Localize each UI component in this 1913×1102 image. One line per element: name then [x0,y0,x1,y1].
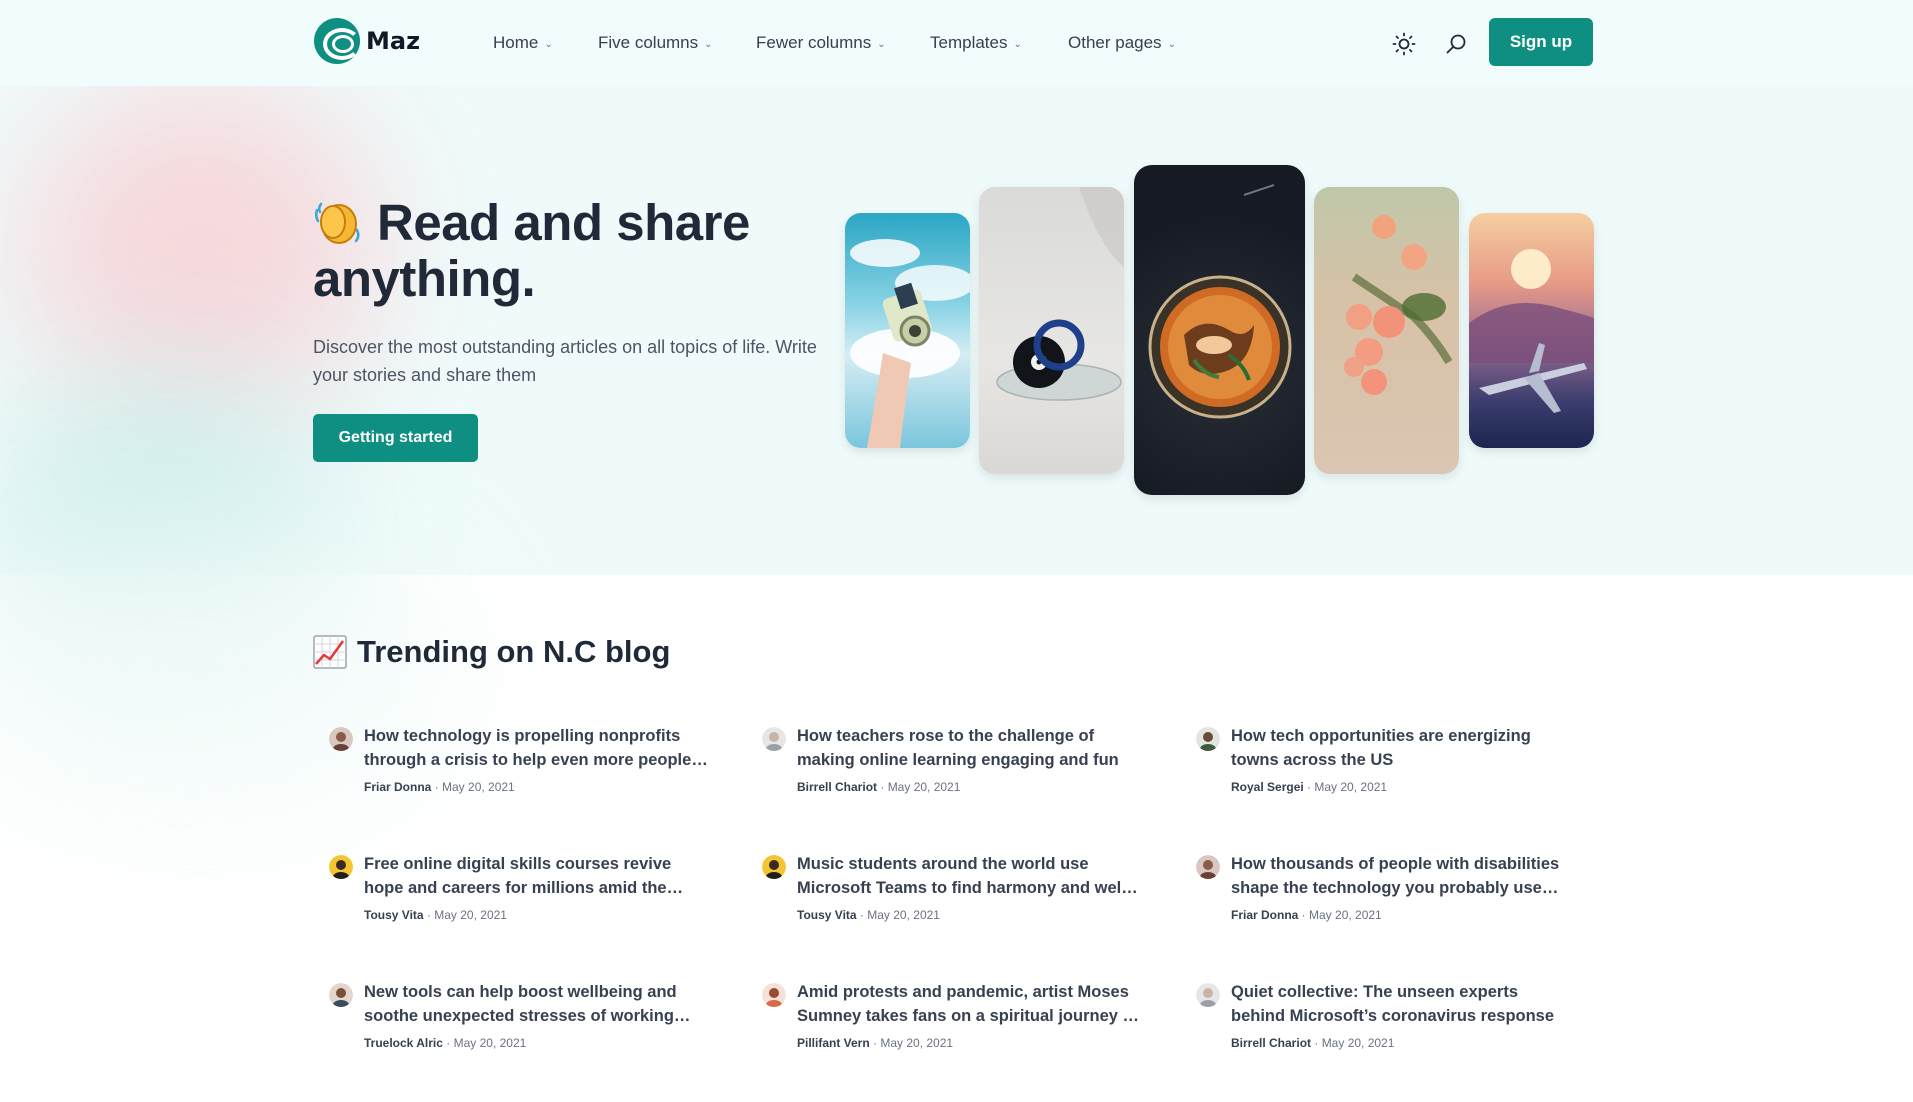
post-meta: Friar Donna · May 20, 2021 [364,780,515,794]
post-date: May 20, 2021 [442,780,515,794]
theme-toggle-button[interactable] [1384,24,1424,64]
soup-bowl-photo [1148,184,1292,419]
menu-item-fewer-columns[interactable]: Fewer columns ⌄ [756,33,916,53]
post-author[interactable]: Truelock Alric [364,1036,443,1050]
search-button[interactable] [1436,24,1476,64]
post-title[interactable]: Free online digital skills courses reviv… [364,852,709,900]
hero-title-text: Read and share anything. [313,194,750,307]
top-navbar: Maz Home ⌄ Five columns ⌄ Fewer columns … [0,0,1913,86]
trending-post: Free online digital skills courses reviv… [313,852,708,942]
chart-increasing-emoji-icon [313,635,347,669]
trending-title: Trending on N.C blog [357,634,671,669]
avatar[interactable] [329,855,353,879]
post-meta: Pillifant Vern · May 20, 2021 [797,1036,954,1050]
getting-started-button[interactable]: Getting started [313,414,478,462]
avatar[interactable] [1196,727,1220,751]
avatar[interactable] [762,983,786,1007]
post-meta: Royal Sergei · May 20, 2021 [1231,780,1388,794]
menu-item-five-columns[interactable]: Five columns ⌄ [598,33,748,53]
brand-name: Maz [366,27,421,55]
avatar[interactable] [762,855,786,879]
post-meta: Tousy Vita · May 20, 2021 [364,908,507,922]
post-title[interactable]: Music students around the world use Micr… [797,852,1142,900]
post-author[interactable]: Friar Donna [1231,908,1298,922]
post-author[interactable]: Royal Sergei [1231,780,1304,794]
post-date: May 20, 2021 [453,1036,527,1050]
avatar[interactable] [329,727,353,751]
chevron-down-icon: ⌄ [1167,38,1176,50]
post-meta: Truelock Alric · May 20, 2021 [364,1036,527,1050]
airplane-sunset-photo [1469,249,1594,413]
avatar[interactable] [1196,855,1220,879]
menu-item-templates[interactable]: Templates ⌄ [930,33,1060,53]
trending-post: How technology is propelling nonprofits … [313,724,708,814]
post-title[interactable]: New tools can help boost wellbeing and s… [364,980,709,1028]
gallery-card-vinyl-speaker[interactable] [979,187,1124,474]
post-meta: Tousy Vita · May 20, 2021 [797,908,940,922]
trending-post: Music students around the world use Micr… [746,852,1141,942]
avatar[interactable] [762,727,786,751]
trending-post: New tools can help boost wellbeing and s… [313,980,708,1070]
trending-post: Amid protests and pandemic, artist Moses… [746,980,1141,1070]
search-icon [1446,34,1466,54]
post-date: May 20, 2021 [1314,780,1388,794]
avatar[interactable] [1196,983,1220,1007]
post-title[interactable]: How tech opportunities are energizing to… [1231,724,1576,772]
trending-post: How teachers rose to the challenge of ma… [746,724,1141,814]
post-author[interactable]: Pillifant Vern [797,1036,870,1050]
gallery-card-airplane-sunset[interactable] [1469,213,1594,448]
instant-camera-photo [850,239,970,448]
post-title[interactable]: How technology is propelling nonprofits … [364,724,709,772]
menu-item-label: Fewer columns [756,33,872,52]
post-date: May 20, 2021 [867,908,940,922]
post-date: May 20, 2021 [887,780,961,794]
waving-hands-emoji-icon [314,202,360,244]
trending-post: Quiet collective: The unseen experts beh… [1180,980,1575,1070]
post-meta: Birrell Chariot · May 20, 2021 [797,780,961,794]
gallery-card-roses[interactable] [1314,187,1459,474]
post-author[interactable]: Tousy Vita [797,908,857,922]
menu-item-home[interactable]: Home ⌄ [493,33,553,53]
post-title[interactable]: How thousands of people with disabilitie… [1231,852,1576,900]
menu-item-label: Other pages [1068,33,1162,52]
chevron-down-icon: ⌄ [877,38,886,50]
menu-item-label: Templates [930,33,1008,52]
post-date: May 20, 2021 [1309,908,1382,922]
avatar[interactable] [329,983,353,1007]
menu-item-label: Home [493,33,539,52]
post-title[interactable]: How teachers rose to the challenge of ma… [797,724,1142,772]
post-meta: Birrell Chariot · May 20, 2021 [1231,1036,1395,1050]
hero-title: Read and share anything. [313,195,833,307]
chevron-down-icon: ⌄ [1013,38,1022,50]
post-author[interactable]: Birrell Chariot [1231,1036,1311,1050]
post-author[interactable]: Friar Donna [364,780,431,794]
gallery-card-soup-bowl[interactable] [1134,165,1305,495]
post-date: May 20, 2021 [880,1036,954,1050]
trending-post: How tech opportunities are energizing to… [1180,724,1575,814]
roses-photo [1344,215,1453,395]
post-date: May 20, 2021 [1321,1036,1395,1050]
hero-description: Discover the most outstanding articles o… [313,337,817,385]
menu-item-label: Five columns [598,33,699,52]
post-title[interactable]: Amid protests and pandemic, artist Moses… [797,980,1142,1028]
post-meta: Friar Donna · May 20, 2021 [1231,908,1382,922]
post-title[interactable]: Quiet collective: The unseen experts beh… [1231,980,1576,1028]
logo-icon [314,18,361,64]
post-date: May 20, 2021 [434,908,507,922]
vinyl-speaker-photo [996,187,1124,401]
post-author[interactable]: Birrell Chariot [797,780,877,794]
gallery-card-instant-camera[interactable] [845,213,970,448]
post-author[interactable]: Tousy Vita [364,908,424,922]
menu-item-other-pages[interactable]: Other pages ⌄ [1068,33,1208,53]
brand-logo[interactable]: Maz [314,18,420,64]
chevron-down-icon: ⌄ [704,38,713,50]
trending-post: How thousands of people with disabilitie… [1180,852,1575,942]
sun-icon [1392,32,1416,56]
chevron-down-icon: ⌄ [544,38,553,50]
sign-up-button[interactable]: Sign up [1489,18,1593,66]
trending-heading: Trending on N.C blog [313,634,670,670]
